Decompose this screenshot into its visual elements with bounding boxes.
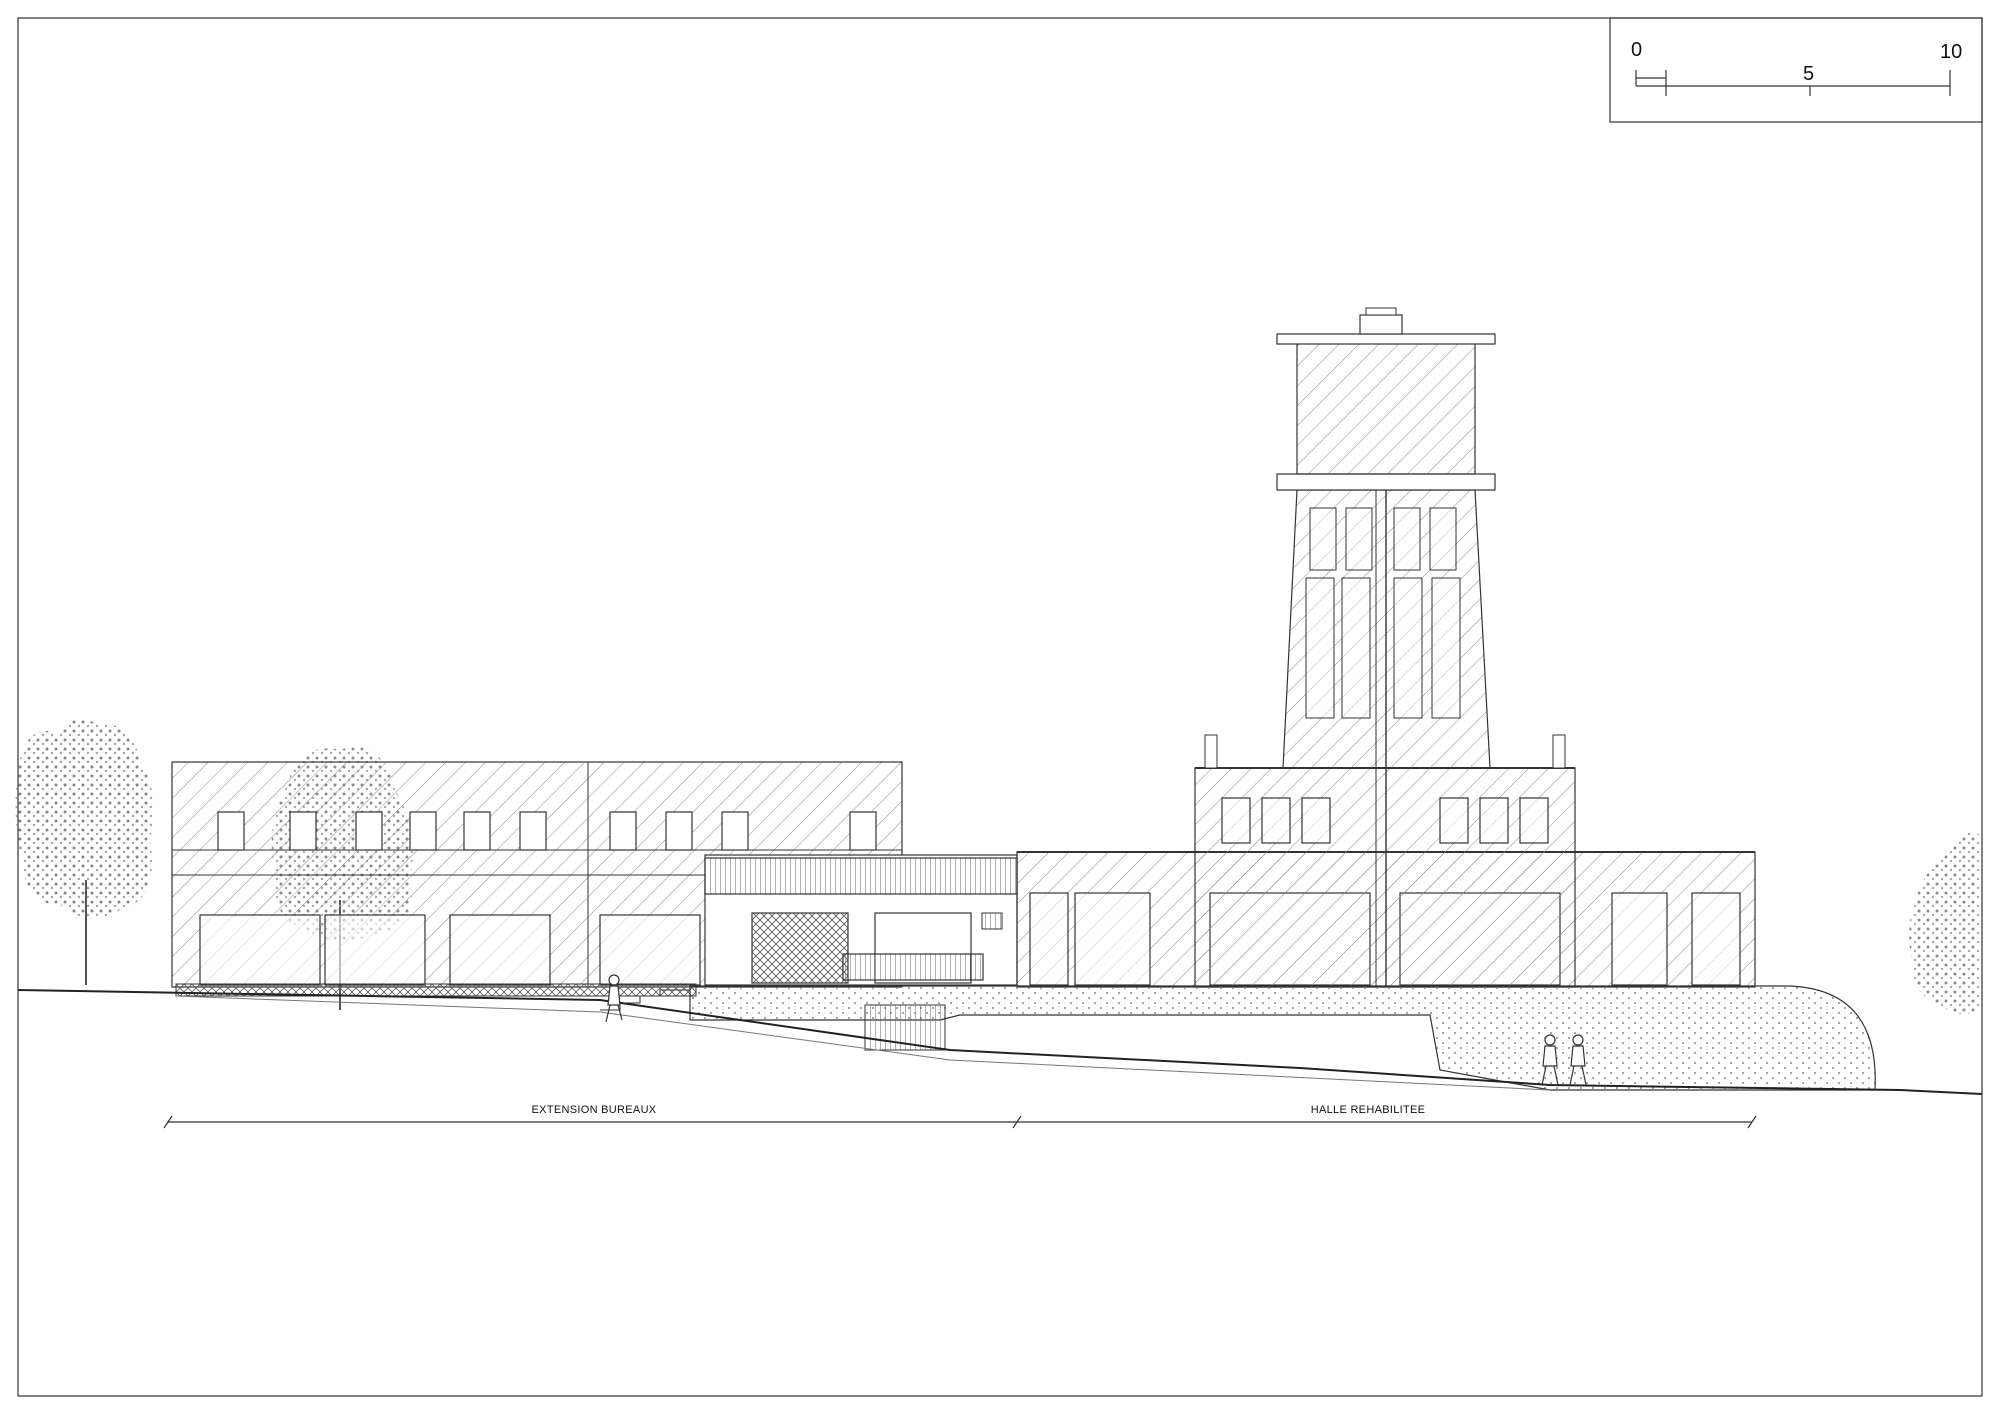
tree-left [15, 719, 154, 985]
scale-bar: 0 5 10 [1609, 17, 1983, 123]
scale-label-10: 10 [1940, 41, 1962, 63]
elevation-drawing: 0 5 10 EXTENSION BUREAUX HALLE REHABILIT… [15, 17, 1983, 1397]
office-ground-glazing [199, 914, 701, 986]
dimension-label-rehabilitated-hall: HALLE REHABILITEE [1311, 1104, 1426, 1116]
entrance-link [704, 854, 1018, 986]
terrain [17, 985, 1983, 1095]
sheet-border [17, 17, 1983, 1397]
tree-right [1909, 832, 1980, 1014]
tower-tank [1296, 339, 1476, 475]
scale-label-5: 5 [1803, 63, 1814, 85]
dimension-label-office-extension: EXTENSION BUREAUX [532, 1104, 657, 1116]
entrance-door [751, 912, 849, 984]
entrance-canopy [704, 857, 1018, 895]
dimension-line: EXTENSION BUREAUX HALLE REHABILITEE [163, 1104, 1757, 1129]
water-tower [1194, 307, 1576, 988]
scale-label-0: 0 [1631, 39, 1642, 61]
entrance-balustrade [842, 953, 984, 981]
